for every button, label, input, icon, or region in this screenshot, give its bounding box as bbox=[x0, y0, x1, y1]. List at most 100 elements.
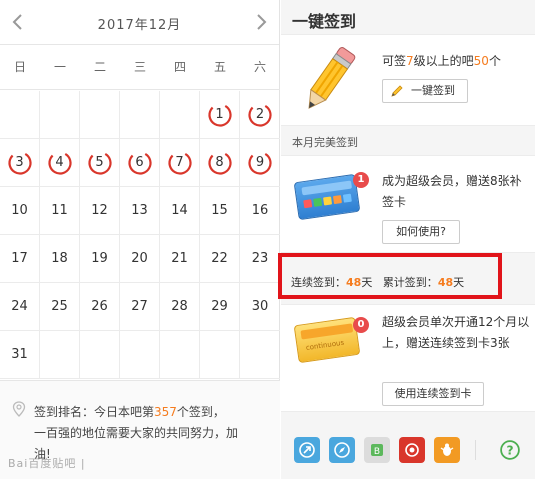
weekday-header: 日 一 二 三 四 五 六 bbox=[0, 45, 280, 90]
calendar-day[interactable]: 14 bbox=[160, 187, 200, 235]
calendar-day[interactable]: 8 bbox=[200, 139, 240, 187]
calendar-day[interactable]: 26 bbox=[80, 283, 120, 331]
calendar-day[interactable]: 12 bbox=[80, 187, 120, 235]
chevron-right-icon bbox=[257, 14, 267, 30]
calendar-day[interactable]: 30 bbox=[240, 283, 280, 331]
badge-icon[interactable] bbox=[399, 436, 425, 463]
makeup-card-count-badge: 1 bbox=[353, 172, 369, 188]
weekday-label: 五 bbox=[213, 60, 226, 74]
total-label: 累计签到： bbox=[382, 276, 438, 289]
calendar-day[interactable]: 10 bbox=[0, 187, 40, 235]
panel-title: 一键签到 bbox=[292, 12, 357, 31]
calendar-day-number: 20 bbox=[131, 251, 148, 266]
calendar-month-title: 2017年12月 bbox=[97, 18, 182, 33]
calendar-day[interactable]: 17 bbox=[0, 235, 40, 283]
weekday-label: 四 bbox=[173, 60, 186, 74]
calendar-grid: 1 2 3 4 5 6 7 8 9 10 11 12 13 14 15 16 17 18 19 20 21 22 23 24 2… bbox=[0, 91, 280, 379]
stats-text: 连续签到：48天 累计签到：48天 bbox=[291, 274, 464, 290]
calendar-day[interactable]: 5 bbox=[80, 139, 120, 187]
one-click-level: 7 bbox=[406, 54, 414, 68]
one-click-sign-box: 可签7级以上的吧50个 一键签到 bbox=[281, 34, 535, 126]
calendar-day-number: 23 bbox=[251, 251, 269, 266]
calendar-empty-cell bbox=[240, 331, 280, 379]
one-click-prefix: 可签 bbox=[382, 54, 407, 68]
calendar-day[interactable]: 1 bbox=[200, 91, 240, 139]
calendar-day[interactable]: 18 bbox=[40, 235, 80, 283]
sign-panel: 一键签到 可签7级以上的吧50个 一键签到 本月完美签到 1 成为超级会员，赠送… bbox=[281, 0, 535, 479]
total-value: 48 bbox=[437, 276, 454, 289]
calendar-day-number: 28 bbox=[171, 299, 188, 314]
calendar-day[interactable]: 3 bbox=[0, 139, 40, 187]
svg-text:B: B bbox=[374, 447, 380, 457]
continuous-card-icon: continuous bbox=[293, 316, 361, 364]
explore-icon[interactable] bbox=[329, 436, 355, 463]
calendar-day[interactable]: 13 bbox=[120, 187, 160, 235]
one-click-suffix: 个 bbox=[488, 54, 501, 68]
calendar-day-number: 15 bbox=[211, 203, 228, 218]
calendar-day[interactable]: 29 bbox=[200, 283, 240, 331]
calendar-day-number: 10 bbox=[11, 203, 28, 218]
calendar-day[interactable]: 2 bbox=[240, 91, 280, 139]
calendar-day-number: 2 bbox=[255, 107, 265, 122]
continuous-card-box: continuous 0 超级会员单次开通12个月以上，赠送连续签到卡3张 使用… bbox=[281, 304, 535, 412]
rank-suffix: 个签到， bbox=[176, 405, 225, 419]
calendar-day[interactable]: 7 bbox=[160, 139, 200, 187]
calendar-day-number: 8 bbox=[215, 155, 224, 170]
calendar-day[interactable]: 25 bbox=[40, 283, 80, 331]
continuous-card-text: continuous bbox=[305, 338, 345, 352]
calendar-empty-cell bbox=[40, 91, 80, 139]
calendar-day[interactable]: 28 bbox=[160, 283, 200, 331]
weekday-label: 日 bbox=[13, 60, 26, 74]
calendar-day[interactable]: 16 bbox=[240, 187, 280, 235]
calendar-day-number: 22 bbox=[211, 251, 228, 266]
calendar-day-number: 13 bbox=[131, 203, 148, 218]
calendar-day[interactable]: 22 bbox=[200, 235, 240, 283]
bbs-icon[interactable]: B bbox=[364, 436, 390, 463]
use-continuous-card-button[interactable]: 使用连续签到卡 bbox=[382, 382, 484, 406]
weekday-label: 六 bbox=[253, 60, 266, 74]
bug-icon[interactable] bbox=[434, 436, 460, 463]
svg-text:?: ? bbox=[506, 443, 513, 457]
share-icon[interactable] bbox=[294, 436, 320, 463]
one-click-sign-button[interactable]: 一键签到 bbox=[382, 79, 468, 103]
makeup-card-desc: 成为超级会员，赠送8张补签卡 bbox=[382, 174, 522, 209]
calendar-day-number: 5 bbox=[95, 155, 104, 170]
tool-icons-row: B ? bbox=[281, 420, 535, 479]
continuous-value: 48 bbox=[346, 276, 362, 289]
calendar-day-number: 31 bbox=[11, 347, 28, 362]
calendar-day[interactable]: 4 bbox=[40, 139, 80, 187]
calendar-day-number: 18 bbox=[51, 251, 68, 266]
one-click-button-label: 一键签到 bbox=[411, 84, 455, 97]
continuous-card-count-badge: 0 bbox=[353, 317, 369, 333]
sign-calendar: 2017年12月 日 一 二 三 四 五 六 1 2 3 4 5 6 7 8 9 10 11 12 13… bbox=[0, 0, 280, 479]
calendar-day[interactable]: 24 bbox=[0, 283, 40, 331]
continuous-card-desc: 超级会员单次开通12个月以上，赠送连续签到卡3张 bbox=[382, 315, 530, 350]
sign-stats: 连续签到：48天 累计签到：48天 bbox=[281, 258, 535, 303]
calendar-day[interactable]: 15 bbox=[200, 187, 240, 235]
location-pin-icon bbox=[12, 401, 26, 417]
calendar-day-number: 30 bbox=[251, 299, 269, 314]
next-month-button[interactable] bbox=[253, 12, 269, 32]
calendar-day[interactable]: 19 bbox=[80, 235, 120, 283]
calendar-day-number: 1 bbox=[215, 107, 224, 122]
calendar-day[interactable]: 9 bbox=[240, 139, 280, 187]
help-icon[interactable]: ? bbox=[499, 439, 521, 461]
one-click-count: 50 bbox=[473, 54, 489, 68]
pencil-mini-icon bbox=[391, 85, 403, 97]
one-click-middle: 级以上的吧 bbox=[413, 54, 474, 68]
icon-divider bbox=[475, 439, 476, 460]
how-to-use-button[interactable]: 如何使用? bbox=[382, 220, 460, 244]
calendar-day[interactable]: 23 bbox=[240, 235, 280, 283]
weekday-label: 一 bbox=[53, 60, 66, 74]
calendar-header: 2017年12月 bbox=[0, 0, 279, 45]
calendar-empty-cell bbox=[0, 91, 40, 139]
calendar-day[interactable]: 21 bbox=[160, 235, 200, 283]
calendar-day-number: 14 bbox=[171, 203, 188, 218]
calendar-day[interactable]: 20 bbox=[120, 235, 160, 283]
calendar-day-number: 4 bbox=[55, 155, 64, 170]
calendar-day[interactable]: 27 bbox=[120, 283, 160, 331]
baidu-watermark: Bai百度贴吧 | bbox=[8, 457, 86, 470]
calendar-day[interactable]: 31 bbox=[0, 331, 40, 379]
calendar-day[interactable]: 11 bbox=[40, 187, 80, 235]
calendar-day[interactable]: 6 bbox=[120, 139, 160, 187]
